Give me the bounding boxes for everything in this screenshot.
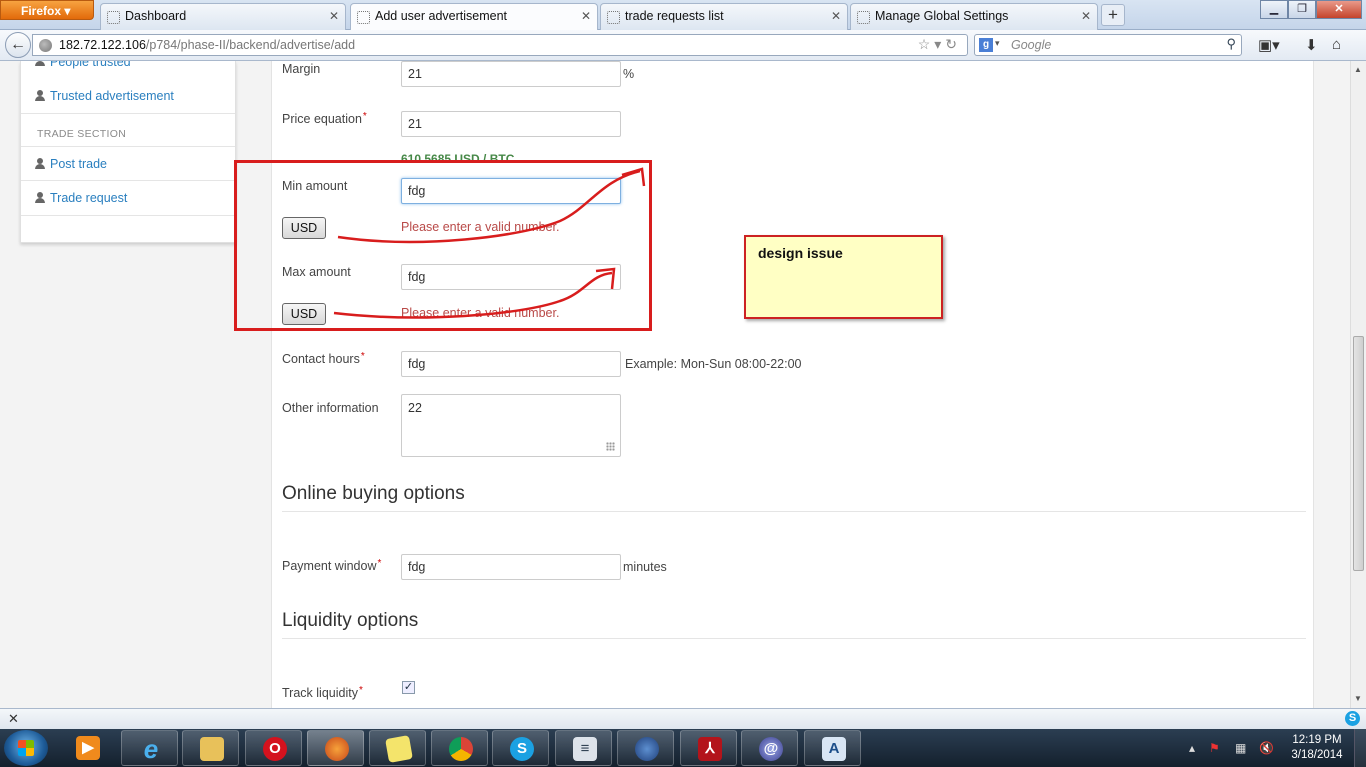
- folder-icon: [200, 737, 224, 761]
- taskbar-swirl-app[interactable]: @: [741, 730, 798, 766]
- sticky-note: design issue: [744, 235, 943, 319]
- scroll-up-icon[interactable]: ▲: [1354, 65, 1362, 74]
- wordpad-icon: A: [822, 737, 846, 761]
- window-close-button[interactable]: ✕: [1316, 0, 1362, 19]
- action-center-icon[interactable]: ⚑: [1209, 741, 1220, 755]
- page-icon: [357, 11, 370, 24]
- taskbar-internet-explorer[interactable]: e: [121, 730, 178, 766]
- taskbar-sticky-notes[interactable]: [369, 730, 426, 766]
- annotation-arrow-max: [333, 271, 613, 319]
- google-icon[interactable]: g: [979, 38, 993, 52]
- skype-icon: S: [510, 737, 534, 761]
- scrollbar-thumb[interactable]: [1353, 336, 1364, 571]
- navigation-toolbar: ← 182.72.122.106/p784/phase-II/backend/a…: [0, 30, 1366, 61]
- thunderbird-icon: [635, 737, 659, 761]
- chrome-icon: [449, 737, 473, 761]
- taskbar-thunderbird[interactable]: [617, 730, 674, 766]
- clock-time: 12:19 PM: [1292, 734, 1342, 746]
- taskbar-document-app[interactable]: ≡: [555, 730, 612, 766]
- firefox-icon: [325, 737, 349, 761]
- taskbar-chrome[interactable]: [431, 730, 488, 766]
- close-icon[interactable]: ✕: [1081, 9, 1091, 23]
- globe-icon: [39, 39, 52, 52]
- taskbar-firefox[interactable]: [307, 730, 364, 766]
- start-button[interactable]: [4, 730, 48, 766]
- windows-taskbar: ▶ e O S ≡ ⅄ @ A ▴ ⚑ ▦ 🔇 12:19 PM 3/18/20…: [0, 729, 1366, 767]
- opera-icon: O: [263, 737, 287, 761]
- tab-label: Dashboard: [125, 9, 187, 23]
- url-bar[interactable]: 182.72.122.106/p784/phase-II/backend/adv…: [32, 34, 968, 56]
- chevron-up-icon[interactable]: ▴: [1189, 741, 1195, 755]
- url-host: 182.72.122.106: [59, 38, 146, 52]
- download-icon[interactable]: ⬇: [1305, 36, 1318, 54]
- tab-label: Add user advertisement: [375, 9, 508, 23]
- tab-add-user-advertisement[interactable]: Add user advertisement ✕: [350, 3, 598, 31]
- minimize-button[interactable]: ▁: [1260, 0, 1288, 19]
- annotation-arrow-min-head: [621, 167, 646, 187]
- annotation-arrow-min: [337, 169, 641, 244]
- close-icon[interactable]: ✕: [581, 9, 591, 23]
- search-placeholder: Google: [1011, 38, 1052, 52]
- new-tab-button[interactable]: +: [1101, 4, 1125, 26]
- chevron-down-icon[interactable]: ▾: [995, 38, 1000, 49]
- tab-trade-requests-list[interactable]: trade requests list ✕: [600, 3, 848, 30]
- firefox-menu-label: Firefox: [21, 4, 62, 18]
- page-viewport: People trusted Trusted advertisement TRA…: [0, 61, 1350, 708]
- vertical-scrollbar[interactable]: ▲ ▼: [1350, 61, 1366, 708]
- close-icon[interactable]: ✕: [8, 711, 19, 727]
- firefox-menu-button[interactable]: Firefox ▾: [0, 0, 94, 20]
- sticky-notes-icon: [385, 735, 413, 763]
- addon-bar: ✕ S: [0, 708, 1366, 729]
- search-input[interactable]: g ▾ Google ⚲: [974, 34, 1242, 56]
- taskbar-acrobat[interactable]: ⅄: [680, 730, 737, 766]
- document-icon: ≡: [573, 737, 597, 761]
- scroll-down-icon[interactable]: ▼: [1354, 694, 1362, 703]
- show-desktop-button[interactable]: [1354, 729, 1366, 767]
- close-icon[interactable]: ✕: [831, 9, 841, 23]
- page-icon: [607, 11, 620, 24]
- bookmarks-icon[interactable]: ▣▾: [1258, 36, 1280, 54]
- page-icon: [857, 11, 870, 24]
- clock-date: 3/18/2014: [1291, 749, 1343, 761]
- volume-muted-icon[interactable]: 🔇: [1259, 741, 1274, 755]
- bookmark-star-icon[interactable]: ☆▾↻: [918, 36, 961, 53]
- skype-icon[interactable]: S: [1345, 711, 1360, 726]
- restore-button[interactable]: ❐: [1288, 0, 1316, 19]
- taskbar-opera[interactable]: O: [245, 730, 302, 766]
- close-icon[interactable]: ✕: [329, 9, 339, 23]
- tab-manage-global-settings[interactable]: Manage Global Settings ✕: [850, 3, 1098, 30]
- back-button[interactable]: ←: [5, 32, 31, 58]
- page-icon: [107, 11, 120, 24]
- tab-dashboard[interactable]: Dashboard ✕: [100, 3, 346, 30]
- taskbar-skype[interactable]: S: [492, 730, 549, 766]
- magnifier-icon[interactable]: ⚲: [1226, 36, 1236, 52]
- acrobat-icon: ⅄: [698, 737, 722, 761]
- url-path: /p784/phase-II/backend/advertise/add: [145, 38, 356, 52]
- swirl-app-icon: @: [759, 737, 783, 761]
- taskbar-wordpad[interactable]: A: [804, 730, 861, 766]
- network-icon[interactable]: ▦: [1235, 741, 1246, 755]
- annotation-arrows: [333, 167, 646, 319]
- tab-label: Manage Global Settings: [875, 9, 1009, 23]
- tab-strip: Firefox ▾ Dashboard ✕ Add user advertise…: [0, 0, 1366, 31]
- taskbar-explorer[interactable]: [182, 730, 239, 766]
- tab-label: trade requests list: [625, 9, 724, 23]
- home-icon[interactable]: ⌂: [1332, 36, 1341, 53]
- internet-explorer-icon: e: [143, 734, 159, 764]
- media-player-icon: ▶: [76, 736, 100, 760]
- clock[interactable]: 12:19 PM 3/18/2014: [1286, 733, 1348, 763]
- taskbar-media-player[interactable]: ▶: [60, 730, 116, 766]
